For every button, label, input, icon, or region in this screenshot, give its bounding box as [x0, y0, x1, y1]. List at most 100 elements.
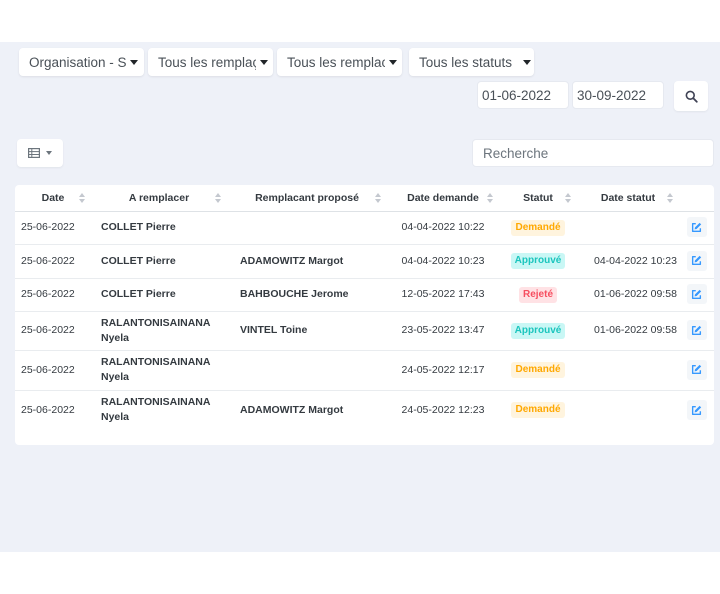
statuts-filter[interactable]: Tous les statuts — [409, 48, 534, 76]
cell-actions — [679, 350, 714, 391]
table-list-icon — [28, 148, 40, 158]
sort-icon — [487, 193, 493, 203]
cell-remplacant: BAHBOUCHE Jerome — [227, 278, 387, 312]
status-badge: Demandé — [511, 402, 565, 419]
cell-date-demande: 24-05-2022 12:23 — [401, 403, 485, 416]
start-date-input[interactable]: 01-06-2022 — [477, 81, 569, 109]
caret-down-icon — [46, 151, 52, 155]
cell-date: 25-06-2022 — [15, 211, 91, 245]
cell-date-demande: 04-04-2022 10:22 — [387, 211, 499, 245]
remplaces-filter-label: Tous les remplaç — [158, 54, 256, 70]
search-button[interactable] — [674, 81, 708, 111]
table-row: 25-06-2022 COLLET Pierre ADAMOWITZ Margo… — [15, 244, 714, 279]
edit-button[interactable] — [686, 250, 707, 271]
status-badge: Approuvé — [510, 253, 566, 269]
edit-button[interactable] — [686, 320, 707, 341]
cell-a-remplacer: RALANTONISAINANA Nyela — [101, 396, 211, 424]
cell-remplacant: ADAMOWITZ Margot — [240, 403, 344, 416]
column-header-date-statut[interactable]: Date statut — [577, 185, 679, 212]
organisation-filter[interactable]: Organisation - SI — [19, 48, 144, 76]
status-badge: Demandé — [511, 362, 565, 378]
replacements-table: Date A remplacer Remplacant proposé Date… — [15, 185, 714, 430]
sort-icon — [375, 193, 381, 203]
column-header-remplacant[interactable]: Remplacant proposé — [227, 185, 387, 212]
end-date-value: 30-09-2022 — [577, 87, 647, 103]
cell-remplacant — [227, 350, 387, 391]
replacements-table-card: Date A remplacer Remplacant proposé Date… — [15, 185, 714, 445]
table-header-row: Date A remplacer Remplacant proposé Date… — [15, 185, 714, 212]
cell-date-statut — [577, 350, 679, 391]
table-view-toggle[interactable] — [17, 139, 63, 167]
sort-icon — [565, 193, 571, 203]
table-row: 25-06-2022 RALANTONISAINANA Nyela VINTEL… — [15, 311, 714, 351]
statuts-filter-label: Tous les statuts — [419, 54, 513, 70]
cell-actions — [679, 244, 714, 279]
edit-button[interactable] — [686, 217, 707, 238]
table-row: 25-06-2022 COLLET Pierre BAHBOUCHE Jerom… — [15, 278, 714, 312]
edit-button[interactable] — [686, 400, 707, 420]
edit-icon — [691, 256, 702, 266]
column-header-date[interactable]: Date — [15, 185, 91, 212]
cell-date-demande: 12-05-2022 17:43 — [387, 278, 499, 312]
remplacants-filter[interactable]: Tous les remplac — [277, 48, 402, 76]
edit-icon — [691, 405, 702, 415]
table-row: 25-06-2022 RALANTONISAINANA Nyela 24-05-… — [15, 350, 714, 391]
cell-date-statut: 01-06-2022 09:58 — [577, 278, 679, 312]
cell-statut: Demandé — [499, 211, 577, 245]
cell-remplacant: ADAMOWITZ Margot — [227, 244, 387, 279]
cell-date-statut — [577, 211, 679, 245]
cell-actions — [679, 390, 714, 430]
cell-date: 25-06-2022 — [15, 350, 91, 391]
cell-statut: Approuvé — [499, 311, 577, 351]
cell-statut: Approuvé — [499, 244, 577, 279]
remplacants-filter-label: Tous les remplac — [287, 54, 385, 70]
remplaces-filter[interactable]: Tous les remplaç — [148, 48, 273, 76]
column-header-a-remplacer[interactable]: A remplacer — [91, 185, 227, 212]
status-badge: Rejeté — [518, 286, 557, 303]
column-header-statut[interactable]: Statut — [499, 185, 577, 212]
cell-actions — [679, 278, 714, 312]
caret-down-icon — [130, 59, 138, 65]
edit-icon — [691, 365, 702, 375]
edit-icon — [691, 222, 702, 232]
cell-date: 25-06-2022 — [15, 311, 91, 351]
cell-statut: Rejeté — [499, 278, 577, 312]
cell-a-remplacer: RALANTONISAINANA Nyela — [91, 350, 227, 391]
cell-remplacant: VINTEL Toine — [227, 311, 387, 351]
cell-date-demande: 24-05-2022 12:17 — [387, 350, 499, 391]
edit-icon — [691, 325, 702, 335]
start-date-value: 01-06-2022 — [482, 87, 552, 103]
cell-a-remplacer: COLLET Pierre — [91, 211, 227, 245]
cell-statut: Demandé — [499, 390, 577, 430]
cell-statut: Demandé — [499, 350, 577, 391]
edit-button[interactable] — [686, 284, 707, 305]
edit-button[interactable] — [686, 359, 707, 380]
search-icon — [685, 90, 698, 103]
caret-down-icon — [260, 59, 268, 65]
cell-date: 25-06-2022 — [15, 244, 91, 279]
cell-a-remplacer: COLLET Pierre — [91, 244, 227, 279]
cell-date: 25-06-2022 — [15, 278, 91, 312]
column-header-actions — [679, 185, 714, 212]
caret-down-icon — [389, 59, 397, 65]
cell-date-demande: 04-04-2022 10:23 — [387, 244, 499, 279]
column-header-date-demande[interactable]: Date demande — [387, 185, 499, 212]
search-input[interactable] — [472, 139, 714, 167]
cell-date: 25-06-2022 — [21, 403, 75, 416]
cell-date-statut: 01-06-2022 09:58 — [577, 311, 679, 351]
caret-down-icon — [523, 59, 532, 65]
end-date-input[interactable]: 30-09-2022 — [572, 81, 664, 109]
cell-actions — [679, 311, 714, 351]
cell-actions — [679, 211, 714, 245]
sort-icon — [667, 193, 673, 203]
sort-icon — [79, 193, 85, 203]
table-row: 25-06-2022 RALANTONISAINANA Nyela ADAMOW… — [15, 390, 714, 430]
sort-icon — [215, 193, 221, 203]
cell-a-remplacer: COLLET Pierre — [91, 278, 227, 312]
cell-remplacant — [227, 211, 387, 245]
table-row: 25-06-2022 COLLET Pierre 04-04-2022 10:2… — [15, 211, 714, 245]
cell-date-statut — [577, 390, 679, 430]
cell-date-statut: 04-04-2022 10:23 — [577, 244, 679, 279]
status-badge: Demandé — [511, 219, 565, 236]
cell-a-remplacer: RALANTONISAINANA Nyela — [91, 311, 227, 351]
